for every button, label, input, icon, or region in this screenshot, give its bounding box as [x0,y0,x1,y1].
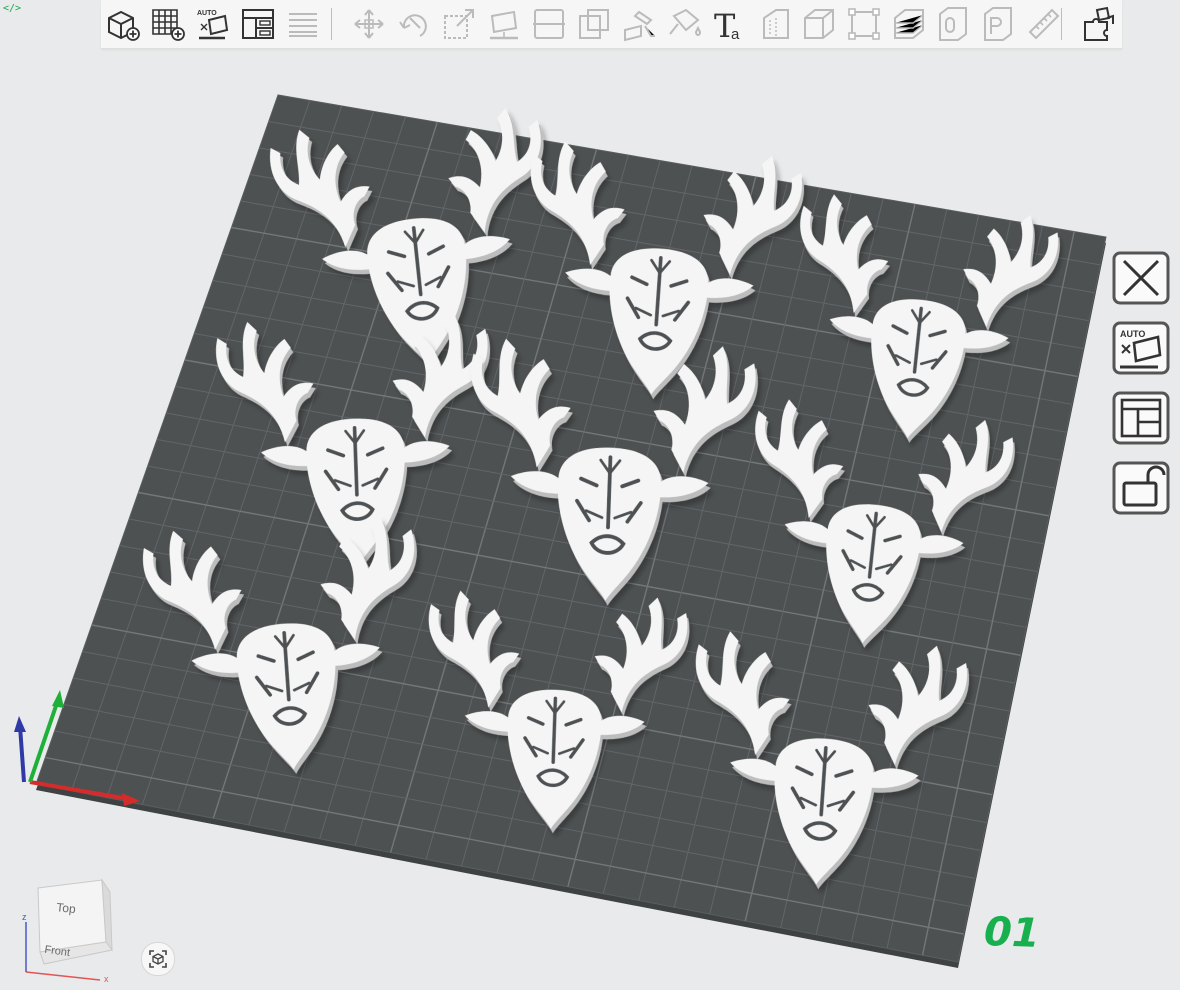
plate-side-panel: AUTO [1103,248,1180,538]
view-cube-top-label: Top [56,900,77,916]
fit-view-icon [149,950,167,968]
unlock-icon [1112,461,1170,515]
lock-plate-button[interactable] [1109,458,1173,518]
close-icon [1112,251,1170,305]
delete-plate-button[interactable] [1109,248,1173,308]
arrange-plate-button[interactable] [1109,388,1173,448]
arrange-layout-icon [1112,391,1170,445]
view-cube-x-label: x [104,974,109,982]
view-cube[interactable]: Top Front x z [14,872,124,984]
orient-plate-button[interactable]: AUTO [1109,318,1173,378]
build-plate-viewport[interactable] [0,0,1180,990]
fit-view-button[interactable] [141,942,175,976]
view-cube-z-label: z [22,912,27,922]
plate-number[interactable]: 01 [983,909,1040,957]
auto-orient-icon: AUTO [1112,321,1170,375]
svg-text:AUTO: AUTO [1120,329,1145,339]
